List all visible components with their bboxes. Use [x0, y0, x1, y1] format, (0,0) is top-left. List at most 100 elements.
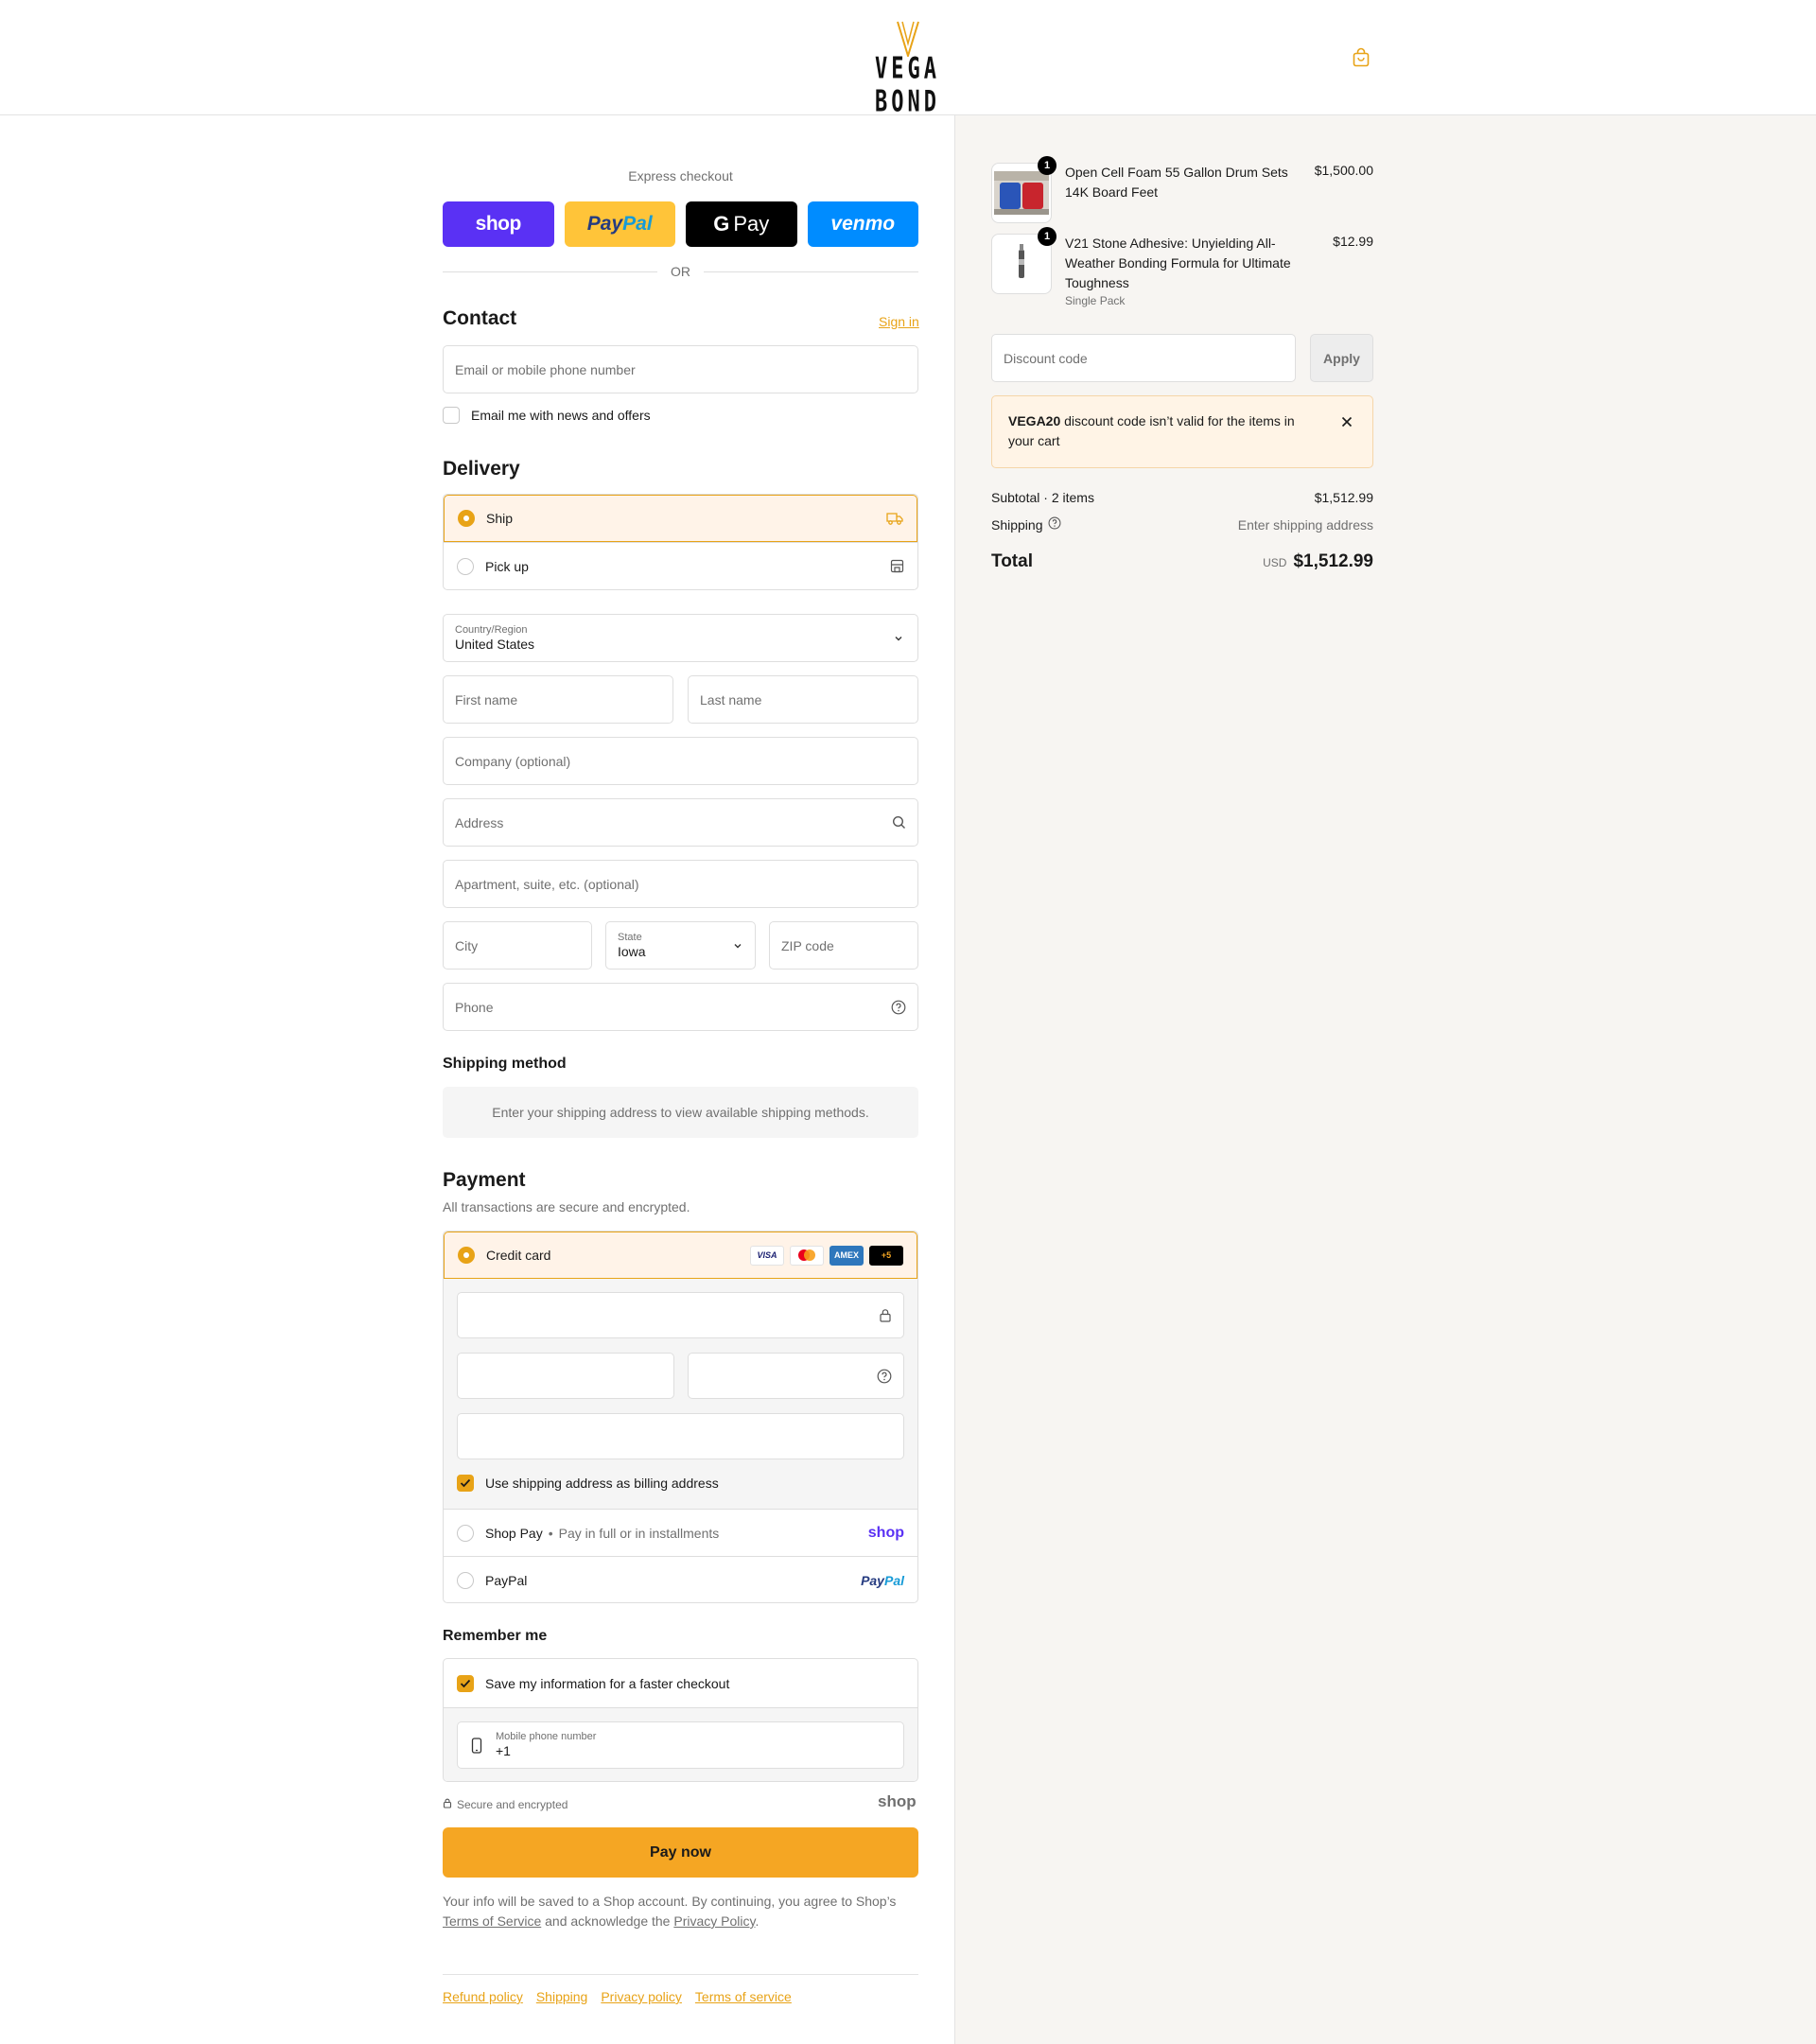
express-checkout-title: Express checkout: [628, 168, 733, 183]
card-name-field[interactable]: [457, 1413, 904, 1459]
first-name-placeholder: First name: [455, 691, 518, 708]
remember-me-group: Save my information for a faster checkou…: [443, 1658, 918, 1782]
paypal-radio[interactable]: [457, 1571, 474, 1589]
discount-code-placeholder: Discount code: [1004, 350, 1088, 366]
mobile-phone-field[interactable]: Mobile phone number +1: [457, 1721, 904, 1769]
newsletter-checkbox[interactable]: [443, 407, 460, 424]
close-icon[interactable]: [1338, 413, 1355, 430]
billing-same-row: Use shipping address as billing address: [457, 1475, 719, 1492]
shipping-method-notice: Enter your shipping address to view avai…: [443, 1087, 918, 1138]
google-pay-label: Pay: [733, 212, 770, 236]
total-currency: USD: [1263, 556, 1287, 569]
subtotal-value: $1,512.99: [1314, 490, 1373, 505]
paypal-label-2: Pal: [622, 213, 653, 235]
venmo-label: venmo: [830, 213, 896, 235]
product-info: Open Cell Foam 55 Gallon Drum Sets 14K B…: [1065, 163, 1301, 223]
email-field[interactable]: Email or mobile phone number: [443, 345, 918, 393]
delivery-option-ship[interactable]: Ship: [444, 495, 917, 542]
discount-code-field[interactable]: Discount code: [991, 334, 1296, 382]
mobile-phone-value: +1: [496, 1743, 511, 1758]
shop-logo: shop: [878, 1792, 917, 1810]
shipping-method-notice-text: Enter your shipping address to view avai…: [492, 1105, 869, 1120]
paypal-logo-1: Pay: [861, 1572, 884, 1588]
apply-discount-button[interactable]: Apply: [1310, 334, 1373, 382]
terms-of-service-link[interactable]: Terms of Service: [443, 1913, 541, 1929]
privacy-policy-footer-link[interactable]: Privacy policy: [601, 1989, 682, 2004]
first-name-field[interactable]: First name: [443, 675, 673, 724]
card-security-code-field[interactable]: [688, 1353, 904, 1399]
legal-text-2: and acknowledge the: [545, 1913, 671, 1929]
total-row: Total USD $1,512.99: [991, 551, 1373, 572]
shipping-row: Shipping Enter shipping address: [991, 516, 1373, 533]
discount-error-code: VEGA20: [1008, 413, 1061, 428]
mastercard-icon: [790, 1245, 824, 1266]
search-icon: [892, 815, 906, 830]
shop-pay-label: shop: [475, 213, 522, 235]
card-expiry-field[interactable]: [457, 1353, 674, 1399]
payment-heading: Payment: [443, 1169, 526, 1191]
newsletter-label: Email me with news and offers: [471, 408, 651, 423]
shop-pay-logo: shop: [867, 1524, 904, 1541]
billing-same-label: Use shipping address as billing address: [485, 1476, 719, 1491]
state-select[interactable]: State Iowa: [605, 921, 756, 970]
venmo-button[interactable]: venmo: [807, 201, 918, 247]
privacy-policy-link[interactable]: Privacy Policy: [673, 1913, 755, 1929]
newsletter-row: Email me with news and offers: [443, 407, 651, 424]
footer-links: Refund policy Shipping Privacy policy Te…: [443, 1989, 792, 2004]
state-value: Iowa: [618, 943, 646, 959]
credit-card-form: Use shipping address as billing address: [444, 1279, 917, 1509]
payment-option-shop-pay[interactable]: Shop Pay • Pay in full or in installment…: [444, 1509, 917, 1556]
brand-logo[interactable]: VEGA BOND: [863, 21, 952, 119]
zip-field[interactable]: ZIP code: [769, 921, 918, 970]
delivery-method-group: Ship Pick up: [443, 494, 918, 590]
terms-of-service-footer-link[interactable]: Terms of service: [695, 1989, 792, 2004]
google-pay-button[interactable]: G Pay: [686, 201, 797, 247]
paypal-option-label: PayPal: [485, 1572, 528, 1588]
help-circle-icon[interactable]: [891, 1000, 906, 1015]
phone-field[interactable]: Phone: [443, 983, 918, 1031]
address-field[interactable]: Address: [443, 798, 918, 847]
save-info-checkbox[interactable]: [457, 1674, 474, 1692]
subtotal-row: Subtotal · 2 items $1,512.99: [991, 490, 1373, 505]
pickup-radio[interactable]: [457, 557, 474, 575]
ship-radio[interactable]: [458, 510, 475, 527]
product-thumbnail: 1: [991, 156, 1056, 223]
shipping-policy-link[interactable]: Shipping: [536, 1989, 588, 2004]
company-placeholder: Company (optional): [455, 753, 571, 769]
shop-pay-description: Pay in full or in installments: [558, 1525, 720, 1541]
company-field[interactable]: Company (optional): [443, 737, 918, 785]
ship-label: Ship: [486, 511, 514, 526]
product-info: V21 Stone Adhesive: Unyielding All-Weath…: [1065, 234, 1319, 308]
last-name-field[interactable]: Last name: [688, 675, 918, 724]
payment-option-paypal[interactable]: PayPal Pay Pal: [444, 1556, 917, 1602]
shop-pay-radio[interactable]: [457, 1524, 474, 1542]
pay-now-button[interactable]: Pay now: [443, 1827, 918, 1878]
sign-in-link[interactable]: Sign in: [879, 314, 919, 329]
help-circle-icon[interactable]: [877, 1369, 892, 1384]
email-placeholder: Email or mobile phone number: [455, 361, 636, 377]
chevron-down-icon: [732, 939, 743, 954]
total-value: $1,512.99: [1293, 551, 1373, 571]
legal-text-1: Your info will be saved to a Shop accoun…: [443, 1894, 897, 1909]
visa-icon: VISA: [750, 1245, 784, 1266]
paypal-button[interactable]: Pay Pal: [564, 201, 675, 247]
cart-bag-icon[interactable]: [1351, 47, 1371, 68]
apartment-field[interactable]: Apartment, suite, etc. (optional): [443, 860, 918, 908]
shop-pay-button[interactable]: shop: [443, 201, 554, 247]
payment-option-credit-card[interactable]: Credit card VISA AMEX +5: [444, 1232, 917, 1279]
credit-card-radio[interactable]: [458, 1247, 475, 1264]
truck-icon: [886, 512, 903, 525]
card-number-field[interactable]: [457, 1292, 904, 1338]
help-circle-icon[interactable]: [1048, 516, 1061, 533]
lock-icon: [879, 1308, 892, 1322]
payment-subtitle: All transactions are secure and encrypte…: [443, 1199, 690, 1214]
quantity-badge: 1: [1038, 227, 1056, 246]
city-field[interactable]: City: [443, 921, 592, 970]
save-info-row[interactable]: Save my information for a faster checkou…: [444, 1659, 917, 1707]
last-name-placeholder: Last name: [700, 691, 762, 708]
country-select[interactable]: Country/Region United States: [443, 614, 918, 662]
refund-policy-link[interactable]: Refund policy: [443, 1989, 523, 2004]
or-text: OR: [671, 264, 690, 279]
delivery-option-pickup[interactable]: Pick up: [444, 542, 917, 589]
billing-same-checkbox[interactable]: [457, 1475, 474, 1492]
